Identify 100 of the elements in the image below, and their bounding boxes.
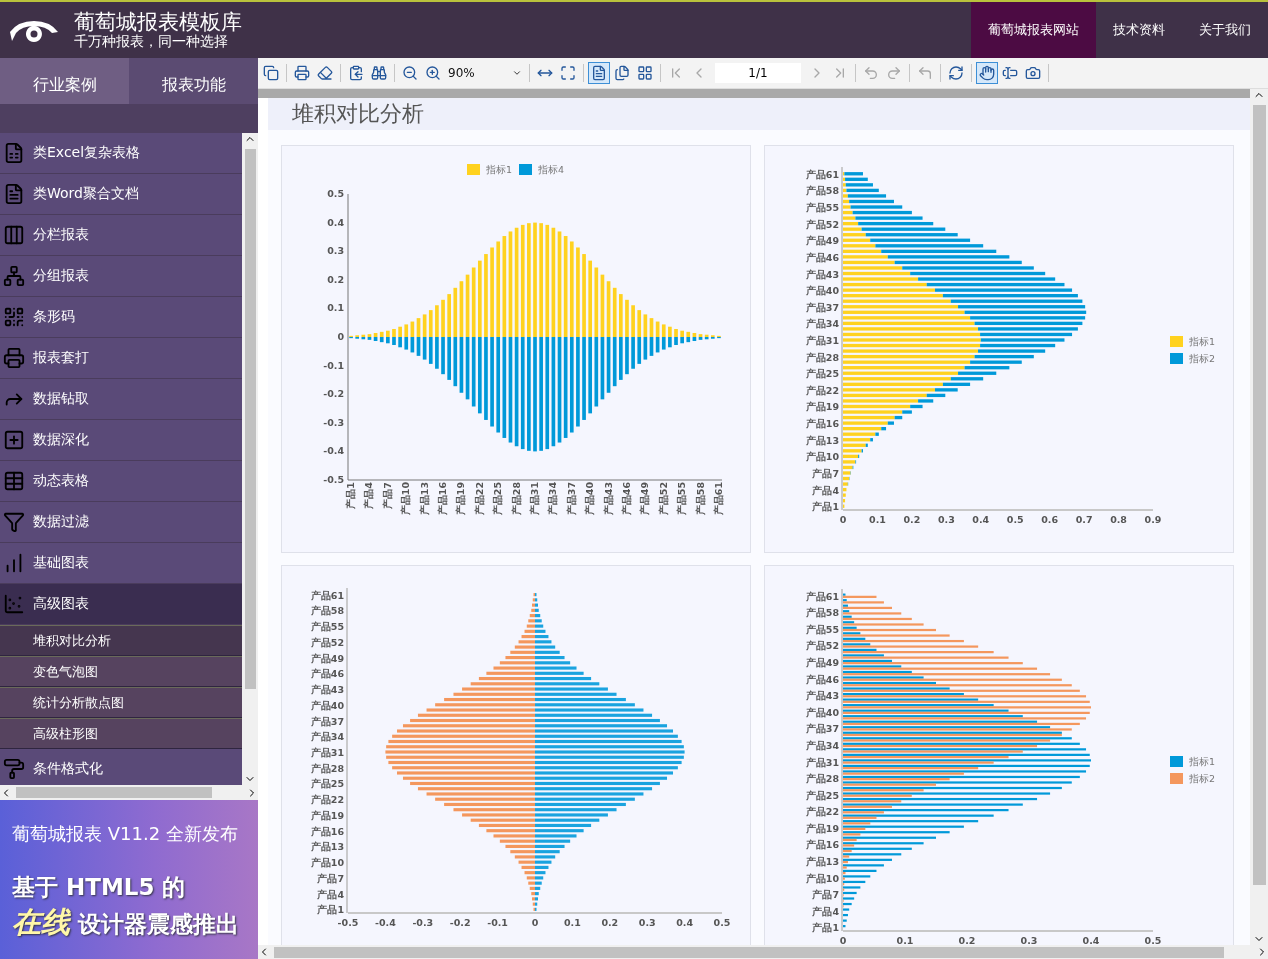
axis-tick-label: 产品28 [310,762,344,774]
submenu-item[interactable]: 高级柱形图 [0,718,242,749]
menu-item[interactable]: 类Word聚合文档 [0,174,242,215]
axis-tick-label: 0.3 [327,245,344,257]
menu-item-label: 条形码 [33,308,75,326]
axis-tick-label: 产品61 [805,590,839,602]
axis-tick-label: 产品49 [805,657,839,669]
axis-tick-label: 产品52 [805,218,839,230]
axis-tick-label: 0.5 [327,188,344,199]
nav-link[interactable]: 技术资料 [1096,2,1182,58]
menu-item[interactable]: 高级图表 [0,584,242,625]
axis-tick-label: 产品1 [812,922,839,934]
submenu-item[interactable]: 统计分析散点图 [0,687,242,718]
axis-tick-label: 产品25 [805,789,839,801]
axis-tick-label: 产品40 [310,699,344,711]
axis-tick-label: 0.3 [937,514,955,525]
page-field[interactable]: 1/1 [715,63,801,83]
axis-tick-label: 产品31 [529,482,540,516]
axis-tick-label: 0.4 [327,216,344,228]
axis-tick-label: 0.7 [1075,514,1093,525]
axis-tick-label: -0.2 [449,917,471,928]
axis-tick-label: 0.6 [1041,514,1059,525]
axis-tick-label: 产品13 [805,855,839,867]
axis-tick-label: 0 [337,331,344,342]
axis-tick-label: 产品61 [805,168,839,180]
axis-tick-label: 产品43 [310,684,344,696]
banner-headline: 设计器震感推出 [78,910,239,939]
axis-tick-label: 产品13 [310,841,344,853]
axis-tick-label: 产品25 [492,482,504,516]
axis-tick-label: 0.1 [869,514,886,525]
axis-tick-label: 0.3 [638,917,656,928]
menu-item[interactable]: 条件格式化 [0,749,242,785]
axis-tick-label: 产品52 [657,482,669,516]
axis-tick-label: 产品37 [805,301,839,313]
axis-tick-label: 产品55 [805,623,839,635]
submenu-item[interactable]: 堆积对比分析 [0,625,242,656]
menu-item[interactable]: 动态表格 [0,461,242,502]
axis-tick-label: 产品4 [363,482,375,509]
axis-tick-label: 产品61 [310,589,344,601]
axis-tick-label: 0.2 [601,917,619,928]
axis-tick-label: 产品49 [805,235,839,247]
menu-item-label: 数据钻取 [33,390,89,408]
legend-label: 指标4 [538,164,565,175]
axis-tick-label: 产品49 [310,652,344,664]
axis-tick-label: 0.5 [713,917,731,928]
menu-item[interactable]: 数据过滤 [0,502,242,543]
axis-tick-label: 产品7 [812,889,839,901]
sidebar-tab[interactable]: 报表功能 [129,58,258,104]
axis-tick-label: -0.5 [337,917,359,928]
menu-item[interactable]: 分栏报表 [0,215,242,256]
axis-tick-label: 产品31 [805,335,839,346]
promo-banner[interactable]: 葡萄城报表 V11.2 全新发布 基于 HTML5 的 在线 设计器震感推出 [0,800,258,959]
axis-tick-label: 产品4 [812,484,839,496]
axis-tick-label: 产品1 [812,501,839,513]
axis-tick-label: 产品13 [805,434,839,446]
axis-tick-label: 产品46 [805,673,839,685]
axis-tick-label: 产品43 [805,690,839,702]
menu-item[interactable]: 数据深化 [0,420,242,461]
axis-tick-label: 产品43 [805,268,839,280]
axis-tick-label: 0.2 [327,273,344,285]
axis-tick-label: 产品10 [400,482,412,516]
menu-item-label: 分组报表 [33,267,89,285]
sidebar-tab[interactable]: 行业案例 [0,58,129,104]
axis-tick-label: 产品37 [565,482,577,516]
menu-item[interactable]: 报表套打 [0,338,242,379]
axis-tick-label: 产品40 [584,482,596,516]
axis-tick-label: 0.8 [1110,514,1127,525]
nav-link[interactable]: 关于我们 [1182,2,1268,58]
axis-tick-label: 产品4 [317,888,344,900]
axis-tick-label: 0.4 [972,514,990,525]
axis-tick-label: 产品34 [310,731,344,743]
axis-tick-label: 产品40 [805,706,839,718]
menu-item[interactable]: 基础图表 [0,543,242,584]
axis-tick-label: 产品1 [345,482,357,509]
axis-tick-label: -0.3 [323,416,344,428]
axis-tick-label: 产品19 [310,809,344,821]
submenu-item[interactable]: 变色气泡图 [0,656,242,687]
axis-tick-label: 产品28 [805,351,839,363]
menu-item-label: 动态表格 [33,472,89,490]
axis-tick-label: 产品7 [812,468,839,479]
report-title: 堆积对比分析 [268,98,1250,130]
axis-tick-label: 0.1 [896,935,914,945]
axis-tick-label: 产品40 [805,285,839,297]
axis-tick-label: 产品58 [805,185,839,197]
axis-tick-label: 产品37 [310,715,344,727]
nav-link[interactable]: 葡萄城报表网站 [971,2,1096,58]
menu-item[interactable]: 类Excel复杂表格 [0,133,242,174]
zoom-value: 90% [448,66,475,80]
axis-tick-label: 0.1 [327,302,344,314]
menu-item[interactable]: 数据钻取 [0,379,242,420]
axis-tick-label: 产品16 [310,825,344,837]
axis-tick-label: 产品13 [418,482,430,516]
menu-item[interactable]: 条形码 [0,297,242,338]
menu-item-label: 条件格式化 [33,760,103,778]
axis-tick-label: 产品31 [310,747,344,758]
axis-tick-label: 0 [531,917,539,928]
menu-item[interactable]: 分组报表 [0,256,242,297]
axis-tick-label: 产品34 [547,482,559,516]
axis-tick-label: 产品10 [310,857,344,869]
axis-tick-label: 0.4 [676,917,693,928]
